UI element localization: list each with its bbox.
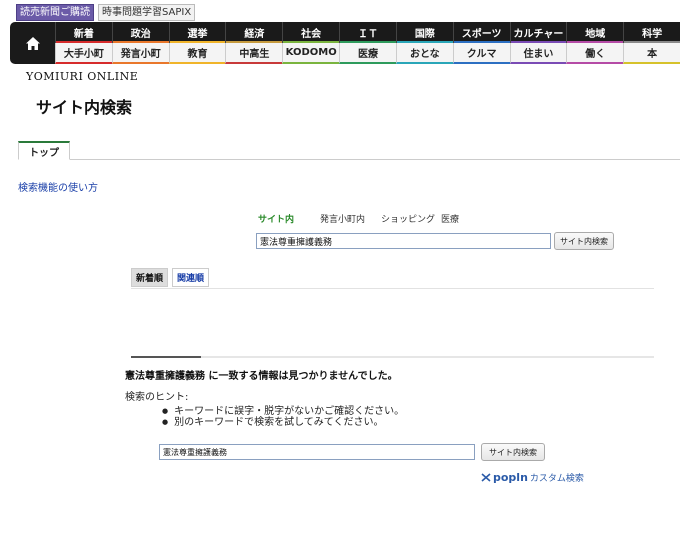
help-link[interactable]: 検索機能の使い方	[18, 179, 98, 194]
nav-item-sub[interactable]: おとな	[395, 43, 453, 64]
scope-shopping[interactable]: ショッピング	[381, 212, 435, 225]
nav-item-top[interactable]: 国際	[395, 22, 453, 43]
search-scopes: サイト内 発言小町内 ショッピング 医療	[258, 212, 475, 225]
nav-item-top[interactable]: 経済	[225, 22, 283, 43]
results-divider-accent	[131, 356, 201, 358]
popln-custom-search-link[interactable]: popln カスタム検索	[481, 471, 584, 484]
popln-logo-icon	[481, 473, 491, 482]
sort-relevance-button[interactable]: 関連順	[172, 268, 210, 287]
nav-item-top[interactable]: 科学	[623, 22, 680, 43]
divider	[131, 288, 654, 289]
scope-hatsugen[interactable]: 発言小町内	[320, 212, 365, 225]
sort-options: 新着順 関連順	[131, 268, 210, 287]
results-divider	[131, 356, 654, 358]
nav-item-top[interactable]: ＩＴ	[339, 22, 396, 43]
tab-top[interactable]: トップ	[18, 141, 70, 160]
hint-list: キーワードに誤字・脱字がないかご確認ください。 別のキーワードで検索を試してみて…	[162, 406, 404, 428]
nav-item-top[interactable]: カルチャー	[509, 22, 567, 43]
hint-item: キーワードに誤字・脱字がないかご確認ください。	[162, 406, 404, 417]
hint-title: 検索のヒント:	[125, 392, 189, 403]
subscribe-banner[interactable]: 読売新聞ご購読	[16, 4, 94, 21]
popln-brand: popln	[493, 471, 528, 484]
hint-item: 別のキーワードで検索を試してみてください。	[162, 417, 404, 428]
page-title: サイト内検索	[36, 98, 133, 117]
search-input-secondary[interactable]	[159, 444, 475, 460]
nav-item-sub[interactable]: 大手小町	[55, 43, 112, 64]
nav-item-top[interactable]: 地域	[566, 22, 624, 43]
search-input[interactable]	[256, 233, 551, 249]
main-nav: 新着 政治 選挙 経済 社会 ＩＴ 国際 スポーツ カルチャー 地域 科学大手小町 発言小町 教育 中高生…	[10, 22, 680, 64]
nav-item-sub[interactable]: 働く	[566, 43, 624, 64]
nav-item-sub[interactable]: 発言小町	[111, 43, 169, 64]
home-button[interactable]	[10, 22, 55, 64]
sapix-banner[interactable]: 時事問題学習SAPIX	[98, 4, 196, 21]
nav-item-top[interactable]: 選挙	[168, 22, 226, 43]
nav-item-top[interactable]: 新着	[55, 22, 112, 43]
search-button-secondary[interactable]: サイト内検索	[481, 443, 545, 461]
nav-item-top[interactable]: 政治	[111, 22, 169, 43]
sort-newest-button[interactable]: 新着順	[131, 268, 169, 287]
nav-item-top[interactable]: 社会	[282, 22, 340, 43]
top-banners: 読売新聞ご購読 時事問題学習SAPIX	[16, 4, 196, 21]
nav-item-sub[interactable]: 住まい	[509, 43, 567, 64]
popln-label: カスタム検索	[529, 474, 584, 484]
search-button[interactable]: サイト内検索	[554, 232, 614, 250]
scope-iryo[interactable]: 医療	[441, 212, 459, 225]
nav-grid: 新着 政治 選挙 経済 社会 ＩＴ 国際 スポーツ カルチャー 地域 科学大手小町 発言小町 教育 中高生…	[55, 22, 680, 64]
site-logo[interactable]: YOMIURI ONLINE	[26, 70, 138, 83]
no-results-message: 憲法尊重擁護義務 に一致する情報は見つかりませんでした。	[125, 371, 398, 382]
nav-item-sub[interactable]: 中高生	[225, 43, 283, 64]
tab-bar: トップ	[18, 141, 680, 160]
nav-item-sub[interactable]: 医療	[339, 43, 396, 64]
nav-item-sub[interactable]: KODOMO	[282, 43, 340, 64]
nav-item-sub[interactable]: 本	[623, 43, 680, 64]
nav-item-sub[interactable]: クルマ	[452, 43, 510, 64]
home-icon	[25, 36, 40, 50]
nav-item-sub[interactable]: 教育	[168, 43, 226, 64]
nav-item-top[interactable]: スポーツ	[452, 22, 510, 43]
scope-site[interactable]: サイト内	[258, 212, 294, 225]
